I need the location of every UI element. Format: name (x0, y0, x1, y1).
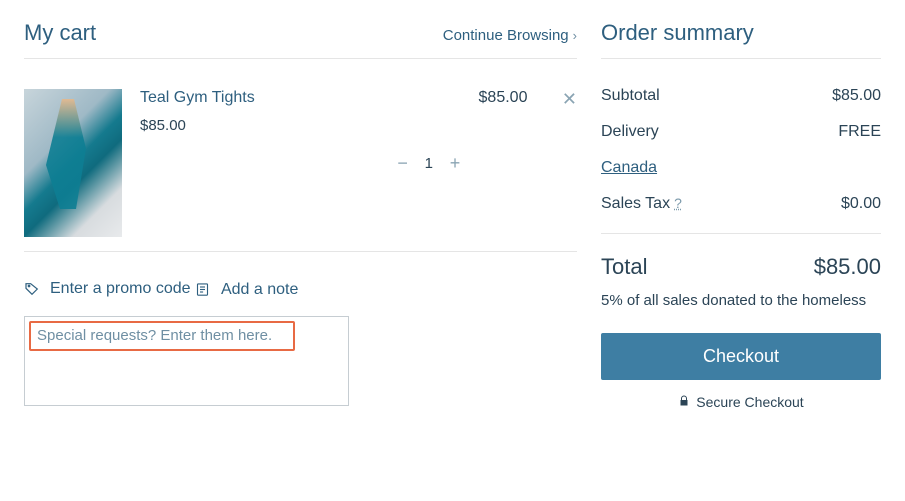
donation-note: 5% of all sales donated to the homeless (601, 292, 881, 309)
product-image[interactable] (24, 89, 122, 237)
continue-browsing-link[interactable]: Continue Browsing › (443, 27, 577, 44)
delivery-value: FREE (838, 123, 881, 141)
delivery-country-link[interactable]: Canada (601, 159, 657, 177)
product-info: Teal Gym Tights $85.00 (122, 89, 395, 237)
line-total: $85.00 (463, 89, 543, 237)
summary-title: Order summary (601, 20, 881, 59)
subtotal-label: Subtotal (601, 87, 660, 105)
product-unit-price: $85.00 (140, 117, 395, 134)
promo-code-label: Enter a promo code (50, 280, 191, 298)
total-value: $85.00 (814, 254, 881, 280)
add-note-label: Add a note (221, 281, 298, 299)
delivery-label: Delivery (601, 123, 659, 141)
chevron-right-icon: › (573, 28, 577, 43)
summary-lines: Subtotal $85.00 Delivery FREE Canada Sal… (601, 59, 881, 234)
note-input[interactable] (37, 327, 287, 344)
secure-checkout-label: Secure Checkout (696, 394, 803, 410)
lock-icon (678, 394, 690, 410)
qty-value: 1 (425, 155, 433, 172)
subtotal-row: Subtotal $85.00 (601, 87, 881, 105)
increase-qty-button[interactable]: + (447, 153, 463, 174)
secure-checkout-note: Secure Checkout (601, 394, 881, 410)
add-note-link[interactable]: Add a note (195, 281, 298, 299)
note-textarea-container[interactable] (24, 316, 349, 406)
note-icon (195, 282, 211, 298)
subtotal-value: $85.00 (832, 87, 881, 105)
delivery-row: Delivery FREE (601, 123, 881, 141)
tax-help-icon[interactable]: ? (674, 195, 682, 211)
cart-page: My cart Continue Browsing › Teal Gym Tig… (0, 0, 905, 501)
tag-icon (24, 281, 40, 297)
continue-browsing-label: Continue Browsing (443, 27, 569, 44)
page-title: My cart (24, 20, 96, 46)
product-name[interactable]: Teal Gym Tights (140, 89, 395, 107)
checkout-button[interactable]: Checkout (601, 333, 881, 380)
tax-row: Sales Tax? $0.00 (601, 195, 881, 213)
tax-value: $0.00 (841, 195, 881, 213)
tax-label: Sales Tax? (601, 195, 682, 213)
total-label: Total (601, 254, 647, 280)
decrease-qty-button[interactable]: − (395, 153, 411, 174)
cart-line-item: Teal Gym Tights $85.00 − 1 + $85.00 ✕ (24, 59, 577, 252)
quantity-stepper: − 1 + (395, 89, 463, 237)
cart-header: My cart Continue Browsing › (24, 20, 577, 59)
note-placeholder-highlight (29, 321, 295, 351)
cart-column: My cart Continue Browsing › Teal Gym Tig… (24, 20, 577, 481)
order-summary: Order summary Subtotal $85.00 Delivery F… (601, 20, 881, 481)
total-row: Total $85.00 (601, 234, 881, 292)
remove-item-button[interactable]: ✕ (543, 89, 577, 237)
promo-code-link[interactable]: Enter a promo code (24, 280, 191, 298)
